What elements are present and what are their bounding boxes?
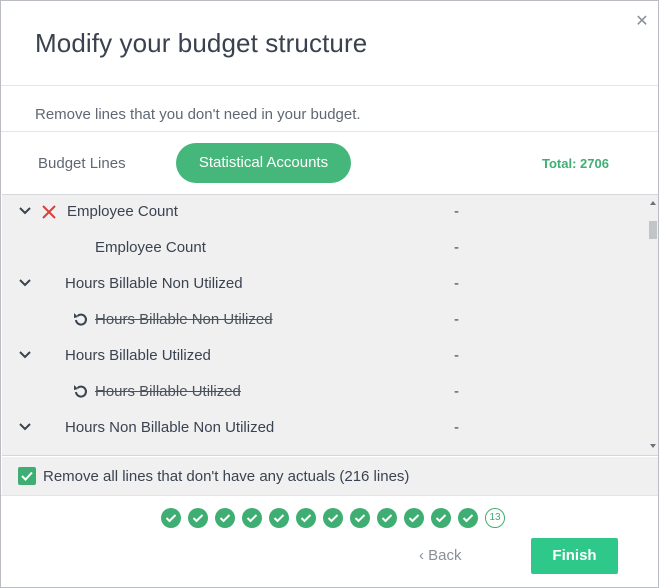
modify-budget-dialog: ✕ Modify your budget structure Remove li…: [0, 0, 659, 588]
row-value: -: [454, 311, 459, 328]
row-value: -: [454, 203, 459, 220]
row-label: Hours Billable Non Utilized: [65, 275, 243, 292]
chevron-left-icon: ‹: [419, 547, 424, 564]
tab-budget-lines[interactable]: Budget Lines: [38, 155, 126, 172]
step-complete-icon: [296, 508, 316, 528]
divider: [1, 131, 658, 132]
list-item: Hours Billable Non Utilized -: [2, 267, 647, 303]
row-value: -: [454, 239, 459, 256]
row-value: -: [454, 383, 459, 400]
divider: [1, 85, 658, 86]
row-value: -: [454, 347, 459, 364]
step-complete-icon: [431, 508, 451, 528]
scroll-thumb[interactable]: [649, 221, 657, 239]
step-complete-icon: [188, 508, 208, 528]
chevron-down-icon[interactable]: [18, 348, 32, 362]
scroll-down-arrow-icon[interactable]: [650, 444, 656, 448]
step-current: 13: [485, 508, 505, 528]
account-list[interactable]: Employee Count - Employee Count - Hours …: [2, 194, 658, 456]
row-label: Hours Billable Non Utilized: [95, 311, 273, 328]
scrollbar[interactable]: [647, 195, 658, 455]
undo-icon[interactable]: [73, 383, 89, 399]
row-label: Hours Billable Utilized: [65, 347, 211, 364]
remove-no-actuals-label: Remove all lines that don't have any act…: [43, 468, 410, 485]
scroll-up-arrow-icon[interactable]: [650, 201, 656, 205]
undo-icon[interactable]: [73, 311, 89, 327]
step-complete-icon: [215, 508, 235, 528]
checkmark-icon: [21, 471, 33, 481]
row-label: Hours Billable Utilized: [95, 383, 241, 400]
total-count: Total: 2706: [542, 156, 609, 171]
step-complete-icon: [377, 508, 397, 528]
list-item: Employee Count -: [2, 231, 647, 267]
back-label: Back: [428, 547, 462, 564]
remove-no-actuals-option: Remove all lines that don't have any act…: [2, 457, 658, 495]
chevron-down-icon[interactable]: [18, 204, 32, 218]
tab-statistical-accounts[interactable]: Statistical Accounts: [176, 143, 351, 183]
list-item: Hours Non Billable Non Utilized -: [2, 411, 647, 447]
dialog-title: Modify your budget structure: [35, 28, 368, 58]
list-item: Hours Billable Utilized -: [2, 375, 647, 411]
row-value: -: [454, 275, 459, 292]
dialog-subtitle: Remove lines that you don't need in your…: [35, 106, 361, 123]
step-complete-icon: [269, 508, 289, 528]
list-item: Employee Count -: [2, 195, 647, 231]
close-icon[interactable]: ✕: [633, 13, 651, 31]
list-item: Hours Billable Utilized -: [2, 339, 647, 375]
row-label: Hours Non Billable Non Utilized: [65, 419, 275, 436]
step-complete-icon: [161, 508, 181, 528]
divider: [1, 495, 658, 496]
step-complete-icon: [242, 508, 262, 528]
remove-x-icon[interactable]: [42, 205, 56, 219]
step-complete-icon: [458, 508, 478, 528]
chevron-down-icon[interactable]: [18, 276, 32, 290]
chevron-down-icon[interactable]: [18, 420, 32, 434]
back-button[interactable]: ‹ Back: [419, 547, 462, 564]
remove-no-actuals-checkbox[interactable]: [18, 467, 36, 485]
step-complete-icon: [350, 508, 370, 528]
row-label: Employee Count: [67, 203, 178, 220]
step-complete-icon: [404, 508, 424, 528]
row-label: Employee Count: [95, 239, 206, 256]
list-item: Hours Billable Non Utilized -: [2, 303, 647, 339]
row-value: -: [454, 419, 459, 436]
step-complete-icon: [323, 508, 343, 528]
finish-button[interactable]: Finish: [531, 538, 618, 574]
